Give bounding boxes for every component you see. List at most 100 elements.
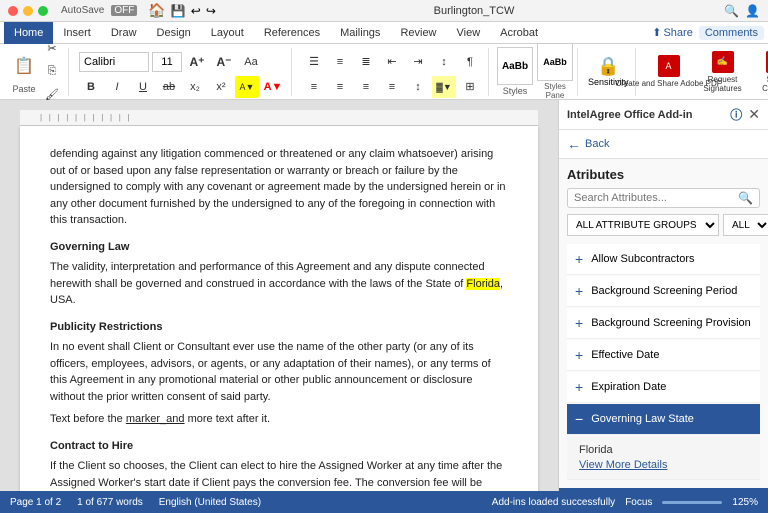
main-area: | | | | | | | | | | | defending against … <box>0 100 768 491</box>
contract-to-hire-text: If the Client so chooses, the Client can… <box>50 458 508 491</box>
expand-icon-allow-subcontractors: + <box>575 251 583 267</box>
request-signatures-button[interactable]: ✍ Request Signatures <box>698 51 748 93</box>
panel-close-button[interactable]: ✕ <box>748 106 760 123</box>
decrease-font-button[interactable]: A⁻ <box>212 51 236 73</box>
bullets-button[interactable]: ☰ <box>302 51 326 73</box>
document-title: Burlington_TCW <box>434 5 515 17</box>
attribute-label-background-screening-provision: Background Screening Provision <box>591 317 752 329</box>
italic-button[interactable]: I <box>105 76 129 98</box>
search-input[interactable] <box>574 192 734 204</box>
tab-draw[interactable]: Draw <box>101 22 147 44</box>
maximize-window-button[interactable] <box>38 6 48 16</box>
autosave-state[interactable]: OFF <box>111 5 137 16</box>
ribbon-share-area: ⬆ Share Comments <box>652 26 764 40</box>
styles-preview[interactable]: AaBb <box>497 47 533 85</box>
contract-to-hire-heading: Contract to Hire <box>50 438 508 455</box>
attribute-item-effective-date[interactable]: + Effective Date <box>567 340 760 371</box>
marker-text: Text before the marker_and more text aft… <box>50 411 508 428</box>
styles-pane-label: Styles Pane <box>544 82 566 100</box>
tab-mailings[interactable]: Mailings <box>330 22 390 44</box>
subscript-button[interactable]: x₂ <box>183 76 207 98</box>
create-share-pdf-button[interactable]: A Create and Share Adobe PDF <box>644 55 694 88</box>
tab-acrobat[interactable]: Acrobat <box>490 22 548 44</box>
tab-references[interactable]: References <box>254 22 330 44</box>
styles-pane-preview[interactable]: AaBb <box>537 43 573 81</box>
attribute-label-effective-date: Effective Date <box>591 349 752 361</box>
close-window-button[interactable] <box>8 6 18 16</box>
attribute-item-allow-subcontractors[interactable]: + Allow Subcontractors <box>567 244 760 275</box>
copy-button[interactable]: ⎘ <box>40 61 64 83</box>
share-button[interactable]: ⬆ Share <box>652 26 693 39</box>
show-clauses-button[interactable]: ☰ Show Clauses <box>752 51 768 93</box>
attributes-title: Atributes <box>567 167 760 182</box>
strikethrough-button[interactable]: ab <box>157 76 181 98</box>
tab-review[interactable]: Review <box>390 22 446 44</box>
zoom-slider[interactable] <box>662 501 722 504</box>
font-group: A⁺ A⁻ Aa B I U ab x₂ x² A▼ A▼ <box>73 48 292 96</box>
panel-nav: ← Back <box>559 130 768 159</box>
comments-button[interactable]: Comments <box>699 26 764 40</box>
change-case-button[interactable]: Aa <box>239 51 263 73</box>
title-bar: AutoSave OFF 🏠 💾 ↩ ↪ Burlington_TCW 🔍 👤 <box>0 0 768 22</box>
tab-layout[interactable]: Layout <box>201 22 254 44</box>
document-area[interactable]: | | | | | | | | | | | defending against … <box>0 100 558 491</box>
increase-font-button[interactable]: A⁺ <box>185 51 209 73</box>
borders-button[interactable]: ⊞ <box>458 76 482 98</box>
align-left-button[interactable]: ≡ <box>302 76 326 98</box>
search-icon: 🔍 <box>738 191 753 205</box>
sort-button[interactable]: ↕ <box>432 51 456 73</box>
title-bar-right: 🔍 👤 <box>724 4 760 18</box>
ribbon-tabs: Home Insert Draw Design Layout Reference… <box>0 22 768 44</box>
justify-button[interactable]: ≡ <box>380 76 404 98</box>
increase-indent-button[interactable]: ⇥ <box>406 51 430 73</box>
attribute-all-filter[interactable]: ALL <box>723 214 768 236</box>
governing-law-text: The validity, interpretation and perform… <box>50 259 508 309</box>
pdf-icon: A <box>658 55 680 77</box>
publicity-restrictions-heading: Publicity Restrictions <box>50 319 508 336</box>
attribute-item-expiration-date[interactable]: + Expiration Date <box>567 372 760 403</box>
acrobat-group: A Create and Share Adobe PDF ✍ Request S… <box>640 51 768 93</box>
panel-bottom: i intelagree ☰ <box>559 488 768 491</box>
show-hide-button[interactable]: ¶ <box>458 51 482 73</box>
collapse-icon-governing-law-state: − <box>575 411 583 427</box>
attribute-item-background-screening-provision[interactable]: + Background Screening Provision <box>567 308 760 339</box>
attribute-item-background-screening-period[interactable]: + Background Screening Period <box>567 276 760 307</box>
font-color-button[interactable]: A▼ <box>261 76 285 98</box>
bold-button[interactable]: B <box>79 76 103 98</box>
user-icon[interactable]: 👤 <box>745 4 760 18</box>
align-center-button[interactable]: ≡ <box>328 76 352 98</box>
word-count: 1 of 677 words <box>77 497 143 508</box>
paste-button[interactable]: 📋 <box>10 50 38 82</box>
align-right-button[interactable]: ≡ <box>354 76 378 98</box>
multilevel-button[interactable]: ≣ <box>354 51 378 73</box>
intro-paragraph: defending against any litigation commenc… <box>50 146 508 229</box>
minimize-window-button[interactable] <box>23 6 33 16</box>
back-button[interactable]: ← Back <box>567 136 609 152</box>
expand-icon-background-screening-provision: + <box>575 315 583 331</box>
font-name-input[interactable] <box>79 52 149 72</box>
tab-design[interactable]: Design <box>147 22 201 44</box>
attribute-item-governing-law-state[interactable]: − Governing Law State <box>567 404 760 435</box>
decrease-indent-button[interactable]: ⇤ <box>380 51 404 73</box>
panel-body: Atributes 🔍 ALL ATTRIBUTE GROUPS ALL + A… <box>559 159 768 488</box>
publicity-restrictions-text: In no event shall Client or Consultant e… <box>50 339 508 405</box>
shading-button[interactable]: ▓▼ <box>432 76 456 98</box>
page-info: Page 1 of 2 <box>10 497 61 508</box>
styles-label: Styles <box>503 86 528 96</box>
font-size-input[interactable] <box>152 52 182 72</box>
tab-view[interactable]: View <box>447 22 491 44</box>
numbering-button[interactable]: ≡ <box>328 51 352 73</box>
highlight-button[interactable]: A▼ <box>235 76 259 98</box>
focus-label[interactable]: Focus <box>625 497 652 508</box>
underline-button[interactable]: U <box>131 76 155 98</box>
line-spacing-button[interactable]: ↕ <box>406 76 430 98</box>
search-icon[interactable]: 🔍 <box>724 4 739 18</box>
attribute-label-governing-law-state: Governing Law State <box>591 413 752 425</box>
florida-highlight: Florida <box>466 278 500 290</box>
attribute-groups-filter[interactable]: ALL ATTRIBUTE GROUPS <box>567 214 719 236</box>
view-more-details-link[interactable]: View More Details <box>579 459 748 471</box>
superscript-button[interactable]: x² <box>209 76 233 98</box>
signature-icon: ✍ <box>712 51 734 73</box>
panel-info-button[interactable]: ⓘ <box>730 106 742 123</box>
cut-button[interactable]: ✂ <box>40 38 64 60</box>
